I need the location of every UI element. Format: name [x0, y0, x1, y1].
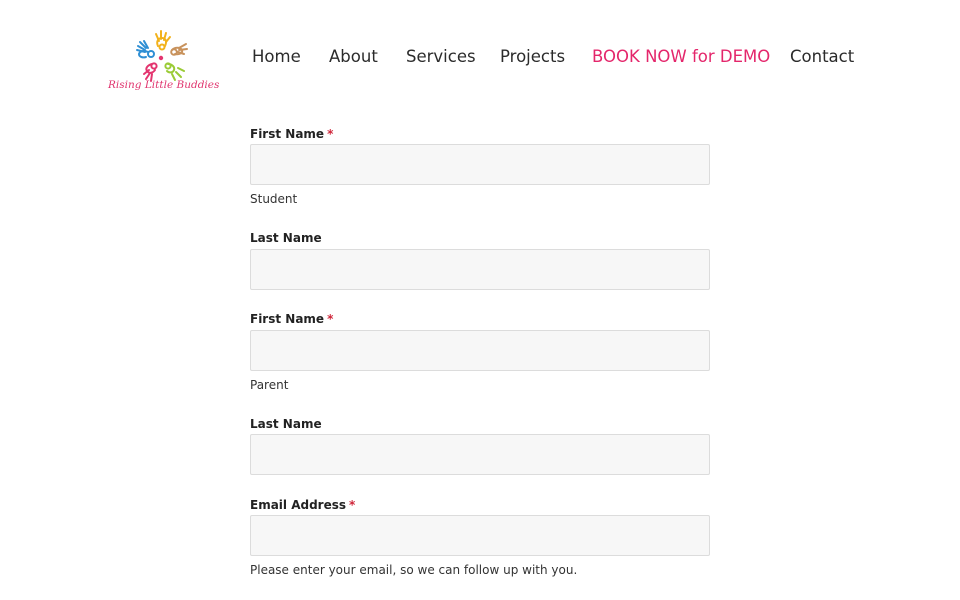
- student-first-name-input[interactable]: [250, 144, 710, 185]
- student-hint: Student: [250, 192, 298, 206]
- parent-hint: Parent: [250, 378, 289, 392]
- email-hint: Please enter your email, so we can follo…: [250, 563, 578, 577]
- hands-logo-icon: [136, 30, 188, 82]
- nav-contact[interactable]: Contact: [790, 46, 854, 68]
- nav-services[interactable]: Services: [406, 46, 476, 68]
- logo-text: Rising Little Buddies: [108, 79, 220, 91]
- student-last-name-input[interactable]: [250, 249, 710, 290]
- required-marker: *: [327, 312, 334, 326]
- student-last-name-label: Last Name: [250, 231, 322, 245]
- email-label: Email Address *: [250, 497, 355, 513]
- parent-first-name-label: First Name *: [250, 311, 333, 327]
- nav-about[interactable]: About: [329, 46, 378, 68]
- student-first-name-label: First Name *: [250, 126, 333, 142]
- parent-first-name-input[interactable]: [250, 330, 710, 371]
- nav-projects[interactable]: Projects: [500, 46, 565, 68]
- nav-book-demo[interactable]: BOOK NOW for DEMO: [592, 46, 770, 68]
- field-label-text: Email Address: [250, 498, 347, 512]
- page: Rising Little Buddies Home About Service…: [0, 0, 960, 600]
- nav-home[interactable]: Home: [252, 46, 301, 68]
- required-marker: *: [349, 498, 356, 512]
- email-input[interactable]: [250, 515, 710, 556]
- field-label-text: First Name: [250, 127, 325, 141]
- required-marker: *: [327, 127, 334, 141]
- parent-last-name-input[interactable]: [250, 434, 710, 475]
- site-logo[interactable]: Rising Little Buddies: [108, 30, 220, 96]
- parent-last-name-label: Last Name: [250, 417, 322, 431]
- field-label-text: First Name: [250, 312, 325, 326]
